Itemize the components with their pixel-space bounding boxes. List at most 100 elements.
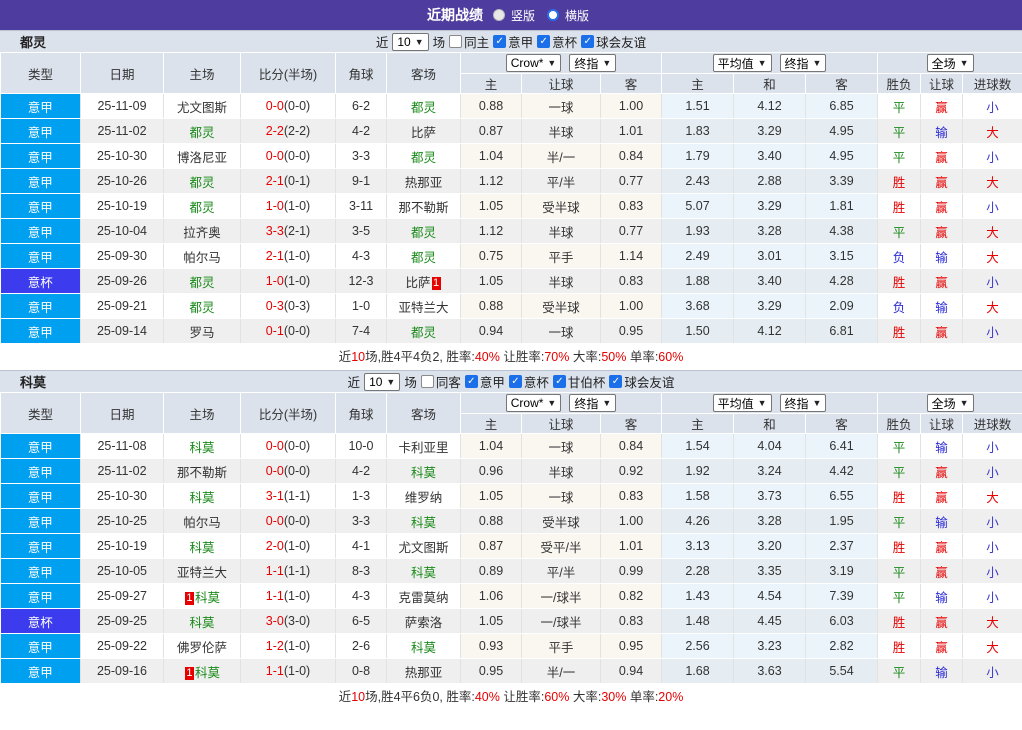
checkbox-icon[interactable]	[449, 35, 462, 48]
filter-checkbox-item[interactable]: 同主	[449, 32, 489, 51]
avg-away-cell: 4.38	[806, 219, 878, 244]
avg-home-value: 5.07	[685, 199, 709, 213]
avg-draw-value: 3.24	[757, 464, 781, 478]
filter-checkbox-item[interactable]: 同客	[421, 372, 461, 391]
col-header-score: 比分(半场)	[241, 53, 336, 94]
result-goals: 小	[986, 276, 999, 290]
away-team-cell: 都灵	[387, 319, 461, 344]
league-cell: 意甲	[1, 169, 81, 194]
away-team-cell: 比萨1	[387, 269, 461, 294]
avg-home-cell: 1.68	[662, 659, 734, 684]
checkbox-icon[interactable]: ✓	[465, 375, 478, 388]
checkbox-icon[interactable]	[421, 375, 434, 388]
odds-home-cell: 0.89	[461, 559, 522, 584]
result-goals-cell: 小	[963, 659, 1022, 684]
checkbox-icon[interactable]: ✓	[537, 35, 550, 48]
avg-draw-value: 3.40	[757, 149, 781, 163]
matches-table: 类型 日期 主场 比分(半场) 角球 客场 Crow*▼ 终指▼ 平均值	[0, 52, 1022, 344]
score-cell: 2-1(0-1)	[241, 169, 336, 194]
horizontal-layout-radio[interactable]	[547, 9, 559, 21]
filter-checkbox-item[interactable]: ✓甘伯杯	[553, 372, 606, 391]
result-goals: 小	[986, 201, 999, 215]
filter-checkbox-item[interactable]: ✓意杯	[509, 372, 549, 391]
handicap-line-cell: 受半球	[522, 509, 601, 534]
handicap-line: 受半球	[542, 301, 580, 315]
result-wdl-cell: 平	[878, 459, 921, 484]
scope-select[interactable]: 全场▼	[927, 54, 974, 72]
odds-company-select[interactable]: Crow*▼	[506, 394, 562, 412]
result-goals: 小	[986, 101, 999, 115]
avg-away-value: 7.39	[829, 589, 853, 603]
match-row: 意甲 25-10-30 博洛尼亚 0-0(0-0) 3-3 都灵 1.04 半/…	[1, 144, 1022, 169]
checkbox-label: 意甲	[480, 372, 505, 391]
checkbox-icon[interactable]: ✓	[509, 375, 522, 388]
result-handicap-cell: 赢	[921, 484, 963, 509]
vertical-layout-label[interactable]: 竖版	[511, 7, 535, 24]
home-team-cell: 亚特兰大	[164, 559, 241, 584]
date-cell: 25-10-19	[81, 194, 164, 219]
corner-score: 4-3	[352, 249, 370, 263]
avg-home-cell: 1.50	[662, 319, 734, 344]
checkbox-icon[interactable]: ✓	[581, 35, 594, 48]
summary-text: 大率:	[569, 350, 601, 364]
summary-text: 单率:	[626, 350, 658, 364]
average-final-select[interactable]: 终指▼	[780, 394, 827, 412]
odds-home-cell: 0.75	[461, 244, 522, 269]
result-handicap: 赢	[935, 226, 948, 240]
average-final-select[interactable]: 终指▼	[780, 54, 827, 72]
match-count-select[interactable]: 10 ▼	[392, 33, 428, 51]
handicap-line: 一/球半	[541, 616, 582, 630]
fulltime-score: 0-1	[266, 324, 284, 338]
odds-home-cell: 0.94	[461, 319, 522, 344]
odds-company-select[interactable]: Crow*▼	[506, 54, 562, 72]
league-cell: 意甲	[1, 294, 81, 319]
horizontal-layout-label[interactable]: 横版	[565, 7, 589, 24]
match-row: 意甲 25-10-19 科莫 2-0(1-0) 4-1 尤文图斯 0.87 受平…	[1, 534, 1022, 559]
away-team-cell: 亚特兰大	[387, 294, 461, 319]
checkbox-icon[interactable]: ✓	[493, 35, 506, 48]
fulltime-score: 1-2	[266, 639, 284, 653]
away-team-name: 比萨	[405, 276, 430, 290]
avg-away-cell: 6.41	[806, 434, 878, 459]
odds-final-select[interactable]: 终指▼	[569, 54, 616, 72]
average-select[interactable]: 平均值▼	[713, 54, 772, 72]
match-count-select[interactable]: 10 ▼	[364, 373, 400, 391]
filter-checkbox-item[interactable]: ✓意甲	[465, 372, 505, 391]
filter-checkbox-item[interactable]: ✓球会友谊	[581, 32, 646, 51]
avg-away-value: 4.28	[829, 274, 853, 288]
odds-final-select[interactable]: 终指▼	[569, 394, 616, 412]
handicap-line-cell: 半/一	[522, 144, 601, 169]
checkbox-icon[interactable]: ✓	[609, 375, 622, 388]
league-cell: 意甲	[1, 559, 81, 584]
result-wdl: 平	[893, 101, 906, 115]
vertical-layout-radio[interactable]	[493, 9, 505, 21]
filter-checkbox-item[interactable]: ✓意甲	[493, 32, 533, 51]
halftime-score: (2-2)	[284, 124, 310, 138]
result-handicap: 输	[935, 666, 948, 680]
score-cell: 1-1(1-0)	[241, 659, 336, 684]
average-select[interactable]: 平均值▼	[713, 394, 772, 412]
avg-home-cell: 2.49	[662, 244, 734, 269]
score-cell: 0-0(0-0)	[241, 459, 336, 484]
result-group-header: 全场▼	[878, 53, 1022, 74]
handicap-line-cell: 一/球半	[522, 609, 601, 634]
result-goals: 小	[986, 541, 999, 555]
col-header-odds-home: 主	[461, 414, 522, 434]
league-cell: 意甲	[1, 509, 81, 534]
checkbox-icon[interactable]: ✓	[553, 375, 566, 388]
filter-checkbox-item[interactable]: ✓意杯	[537, 32, 577, 51]
avg-away-value: 6.03	[829, 614, 853, 628]
avg-away-value: 3.39	[829, 174, 853, 188]
result-handicap: 赢	[935, 201, 948, 215]
result-wdl: 负	[893, 251, 906, 265]
result-wdl: 平	[893, 151, 906, 165]
fulltime-score: 1-0	[266, 274, 284, 288]
corner-cell: 1-3	[336, 484, 387, 509]
avg-home-value: 1.79	[685, 149, 709, 163]
col-header-avg-away: 客	[806, 74, 878, 94]
scope-select[interactable]: 全场▼	[927, 394, 974, 412]
filter-checkbox-item[interactable]: ✓球会友谊	[609, 372, 674, 391]
score-cell: 0-0(0-0)	[241, 94, 336, 119]
halftime-score: (1-0)	[284, 589, 310, 603]
date-cell: 25-09-25	[81, 609, 164, 634]
